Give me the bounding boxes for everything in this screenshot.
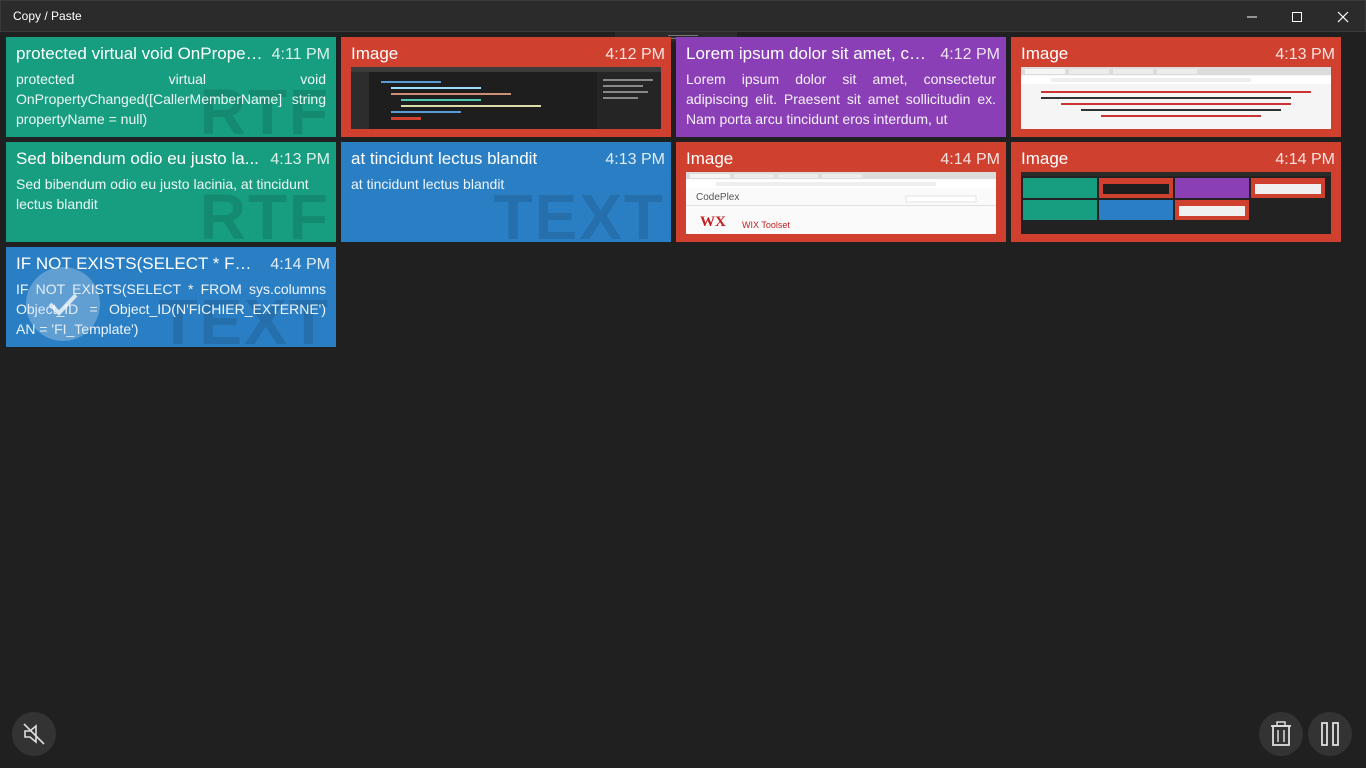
- clip-title: Image: [686, 149, 734, 168]
- maximize-icon: [1292, 11, 1302, 22]
- title-bar: Copy / Paste: [0, 0, 1366, 32]
- clip-title: Image: [1021, 44, 1069, 63]
- clip-tile[interactable]: RTF protected virtual void OnProper... 4…: [6, 37, 336, 137]
- code-editor-thumbnail: [351, 67, 661, 129]
- clip-time: 4:14 PM: [1275, 151, 1335, 168]
- clip-tile[interactable]: Image 4:12 PM: [341, 37, 671, 137]
- minimize-button[interactable]: [1229, 1, 1275, 32]
- codeplex-thumbnail: CodePlex WX WIX Toolset: [686, 172, 996, 234]
- clip-tile[interactable]: RTF Sed bibendum odio eu justo la... 4:1…: [6, 142, 336, 242]
- clip-time: 4:13 PM: [605, 151, 665, 168]
- clip-time: 4:14 PM: [940, 151, 1000, 168]
- clip-tile[interactable]: Lorem ipsum dolor sit amet, co... 4:12 P…: [676, 37, 1006, 137]
- mute-notifications-button[interactable]: [12, 712, 56, 756]
- delete-button[interactable]: [1259, 712, 1303, 756]
- app-tiles-thumbnail: [1021, 172, 1331, 234]
- clip-title: Image: [351, 44, 399, 63]
- pause-button[interactable]: [1308, 712, 1352, 756]
- clip-tile[interactable]: Image 4:14 PM: [1011, 142, 1341, 242]
- clip-title: at tincidunt lectus blandit: [351, 149, 538, 168]
- maximize-button[interactable]: [1274, 1, 1320, 32]
- window-title: Copy / Paste: [13, 9, 82, 23]
- clip-title: Lorem ipsum dolor sit amet, co...: [686, 44, 933, 63]
- trash-icon: [1271, 721, 1291, 746]
- mute-notifications-icon: [23, 723, 45, 745]
- clip-preview: at tincidunt lectus blandit: [351, 176, 505, 192]
- close-icon: [1337, 11, 1349, 22]
- clip-preview: protected virtual void OnPropertyChanged…: [16, 71, 326, 127]
- clip-tile[interactable]: Image 4:14 PM CodePlex WX WIX Toolset: [676, 142, 1006, 242]
- clip-time: 4:13 PM: [270, 151, 330, 168]
- clip-time: 4:12 PM: [605, 46, 665, 63]
- clip-title: Sed bibendum odio eu justo la...: [16, 149, 259, 168]
- clip-preview: Sed bibendum odio eu justo lacinia, at t…: [16, 176, 309, 212]
- selected-check-icon: [26, 267, 100, 341]
- clip-preview: Lorem ipsum dolor sit amet, consectetur …: [686, 71, 996, 127]
- pause-icon: [1321, 722, 1339, 746]
- codeplex-logo: CodePlex: [696, 192, 740, 203]
- clip-title: Image: [1021, 149, 1069, 168]
- close-button[interactable]: [1320, 1, 1366, 32]
- clip-time: 4:13 PM: [1275, 46, 1335, 63]
- minimize-icon: [1247, 16, 1257, 17]
- clip-tile[interactable]: Image 4:13 PM: [1011, 37, 1341, 137]
- clip-time: 4:14 PM: [270, 256, 330, 273]
- wix-logo: WX: [700, 214, 726, 230]
- clip-title: protected virtual void OnProper...: [16, 44, 264, 63]
- clip-time: 4:12 PM: [940, 46, 1000, 63]
- browser-thumbnail: [1021, 67, 1331, 129]
- clip-time: 4:11 PM: [271, 46, 330, 63]
- clip-tile[interactable]: TEXT at tincidunt lectus blandit 4:13 PM…: [341, 142, 671, 242]
- wix-toolset-title: WIX Toolset: [742, 220, 790, 230]
